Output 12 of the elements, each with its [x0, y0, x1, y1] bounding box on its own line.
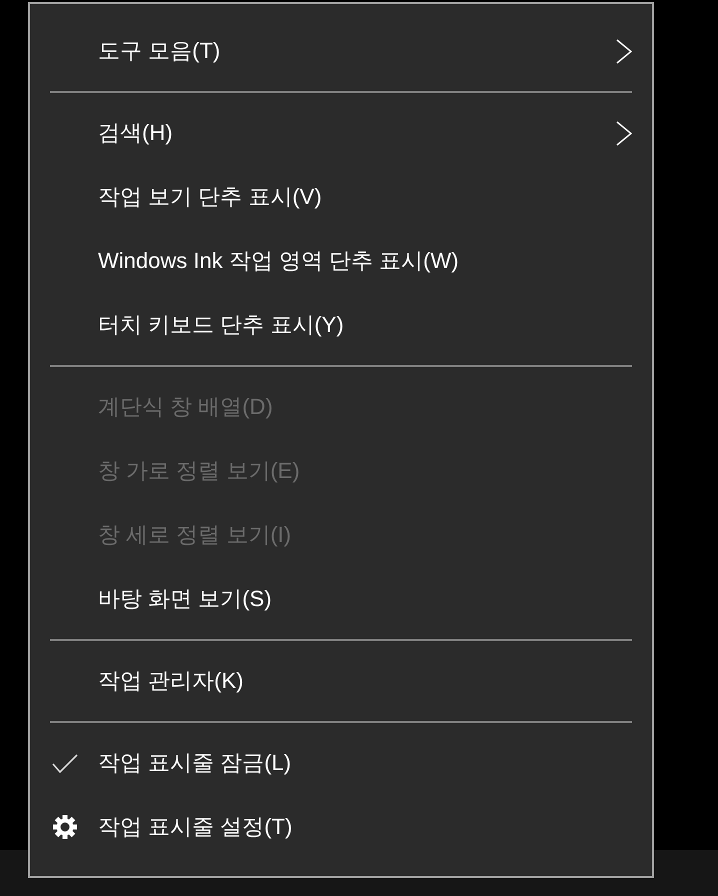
- menu-item[interactable]: 작업 표시줄 설정(T): [98, 813, 292, 841]
- chevron-right-icon: [616, 120, 632, 146]
- menu-item[interactable]: 작업 보기 단추 표시(V): [98, 183, 322, 211]
- chevron-right-icon: [616, 38, 632, 64]
- menu-item[interactable]: 터치 키보드 단추 표시(Y): [98, 311, 344, 339]
- gear-icon: [53, 815, 77, 839]
- menu-item[interactable]: 검색(H): [98, 119, 173, 147]
- menu-item[interactable]: 도구 모음(T): [98, 37, 220, 65]
- menu-item[interactable]: 작업 관리자(K): [98, 667, 244, 695]
- menu-item[interactable]: 바탕 화면 보기(S): [98, 585, 272, 613]
- menu-item[interactable]: 작업 표시줄 잠금(L): [98, 749, 292, 777]
- menu-item[interactable]: Windows Ink 작업 영역 단추 표시(W): [98, 247, 459, 275]
